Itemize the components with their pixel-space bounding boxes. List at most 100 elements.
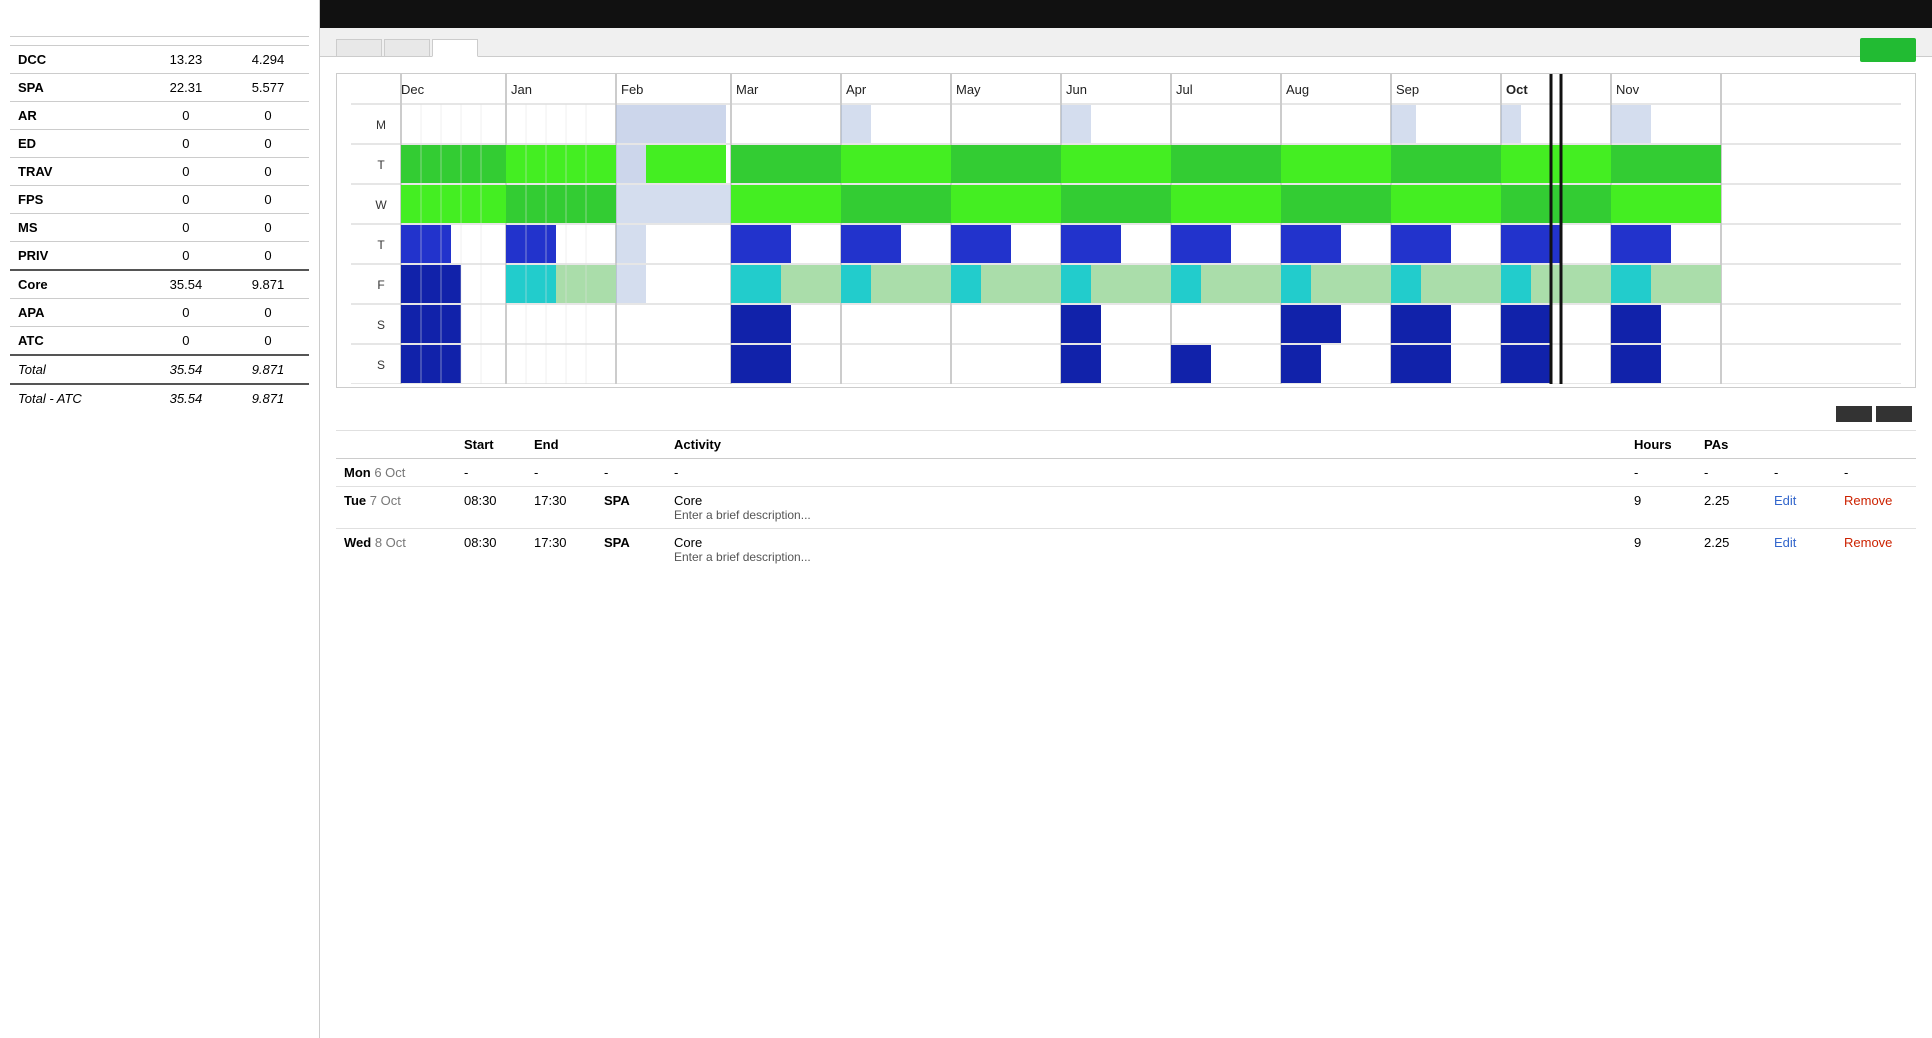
- svg-text:Oct: Oct: [1506, 82, 1528, 97]
- col-remove: [1836, 431, 1916, 459]
- remove-link[interactable]: Remove: [1844, 535, 1892, 550]
- row-hours: 0: [145, 299, 227, 327]
- day-label: Wed: [344, 535, 375, 550]
- tabs-bar: [320, 28, 1932, 57]
- tab-pa-breakdown[interactable]: [384, 39, 430, 56]
- row-hours: 0: [145, 327, 227, 356]
- calendar-svg: Dec Jan Feb Mar Apr May Jun Jul Aug Se: [337, 74, 1915, 384]
- edit-link[interactable]: Edit: [1774, 493, 1796, 508]
- svg-text:Jan: Jan: [511, 82, 532, 97]
- col-spacer: [886, 431, 1626, 459]
- svg-text:Sep: Sep: [1396, 82, 1419, 97]
- row-day: Mon 6 Oct: [336, 459, 456, 487]
- activity-desc: Enter a brief description...: [674, 550, 878, 564]
- row-hours: 9: [1626, 487, 1696, 529]
- calendar-container: Dec Jan Feb Mar Apr May Jun Jul Aug Se: [336, 73, 1916, 388]
- col-activity: Activity: [666, 431, 886, 459]
- row-spacer: [886, 459, 1626, 487]
- table-row: AR 0 0: [10, 102, 309, 130]
- day-date: 6 Oct: [374, 465, 405, 480]
- row-label: Total: [10, 355, 145, 384]
- activity-summary-table: DCC 13.23 4.294SPA 22.31 5.577AR 0 0ED 0…: [10, 36, 309, 412]
- row-hours: 35.54: [145, 355, 227, 384]
- svg-text:T: T: [377, 238, 385, 252]
- right-panel: Dec Jan Feb Mar Apr May Jun Jul Aug Se: [320, 0, 1932, 1038]
- row-label: APA: [10, 299, 145, 327]
- activity-table: Start End Activity Hours PAs Mon 6 Oct -…: [336, 430, 1916, 570]
- row-day: Wed 8 Oct: [336, 529, 456, 571]
- row-pas: 2.25: [1696, 487, 1766, 529]
- row-remove[interactable]: Remove: [1836, 529, 1916, 571]
- day-date: 8 Oct: [375, 535, 406, 550]
- col-header-hours: [145, 37, 227, 46]
- row-hours: 0: [145, 242, 227, 271]
- table-row: ED 0 0: [10, 130, 309, 158]
- row-label: ED: [10, 130, 145, 158]
- edit-link[interactable]: Edit: [1774, 535, 1796, 550]
- svg-text:Jul: Jul: [1176, 82, 1193, 97]
- col-edit: [1766, 431, 1836, 459]
- row-label: DCC: [10, 46, 145, 74]
- svg-text:Jun: Jun: [1066, 82, 1087, 97]
- row-hours: 0: [145, 214, 227, 242]
- next-button[interactable]: [1876, 406, 1912, 422]
- table-row: APA 0 0: [10, 299, 309, 327]
- row-pas: 0: [227, 102, 309, 130]
- row-start: 08:30: [456, 487, 526, 529]
- svg-text:F: F: [377, 278, 384, 292]
- svg-text:M: M: [376, 118, 386, 132]
- row-code: SPA: [596, 529, 666, 571]
- row-edit[interactable]: Edit: [1766, 529, 1836, 571]
- svg-text:May: May: [956, 82, 981, 97]
- svg-text:Feb: Feb: [621, 82, 643, 97]
- day-date: 7 Oct: [370, 493, 401, 508]
- row-hours: 0: [145, 102, 227, 130]
- remove-link[interactable]: Remove: [1844, 493, 1892, 508]
- svg-text:Aug: Aug: [1286, 82, 1309, 97]
- row-label: SPA: [10, 74, 145, 102]
- nav-buttons: [1836, 406, 1912, 422]
- new-activity-button[interactable]: [1860, 38, 1916, 62]
- row-hours: 9: [1626, 529, 1696, 571]
- col-start: Start: [456, 431, 526, 459]
- tab-weekly-calendar[interactable]: [432, 39, 478, 57]
- table-row: Mon 6 Oct - - - - - - - -: [336, 459, 1916, 487]
- row-edit[interactable]: Edit: [1766, 487, 1836, 529]
- row-end: -: [526, 459, 596, 487]
- row-hours: -: [1626, 459, 1696, 487]
- tab-overview[interactable]: [336, 39, 382, 56]
- svg-text:T: T: [377, 158, 385, 172]
- row-remove[interactable]: Remove: [1836, 487, 1916, 529]
- col-hours: Hours: [1626, 431, 1696, 459]
- table-row: Tue 7 Oct 08:30 17:30 SPA CoreEnter a br…: [336, 487, 1916, 529]
- svg-text:W: W: [375, 198, 387, 212]
- svg-text:Mar: Mar: [736, 82, 759, 97]
- row-label: Total - ATC: [10, 384, 145, 412]
- row-pas: 0: [227, 130, 309, 158]
- table-row: Total 35.54 9.871: [10, 355, 309, 384]
- row-pas: 0: [227, 299, 309, 327]
- row-label: TRAV: [10, 158, 145, 186]
- table-row: MS 0 0: [10, 214, 309, 242]
- row-hours: 0: [145, 186, 227, 214]
- row-hours: 35.54: [145, 270, 227, 299]
- day-label: Mon: [344, 465, 374, 480]
- col-day: [336, 431, 456, 459]
- prev-button[interactable]: [1836, 406, 1872, 422]
- row-pas: 9.871: [227, 355, 309, 384]
- table-row: DCC 13.23 4.294: [10, 46, 309, 74]
- row-start: -: [456, 459, 526, 487]
- table-row: Total - ATC 35.54 9.871: [10, 384, 309, 412]
- table-row: SPA 22.31 5.577: [10, 74, 309, 102]
- week-range-bar: [336, 398, 1916, 430]
- row-start: 08:30: [456, 529, 526, 571]
- row-hours: 0: [145, 158, 227, 186]
- row-edit: -: [1766, 459, 1836, 487]
- table-row: ATC 0 0: [10, 327, 309, 356]
- row-activity: -: [666, 459, 886, 487]
- row-code: -: [596, 459, 666, 487]
- row-hours: 0: [145, 130, 227, 158]
- main-content: Dec Jan Feb Mar Apr May Jun Jul Aug Se: [320, 57, 1932, 1038]
- table-row: Wed 8 Oct 08:30 17:30 SPA CoreEnter a br…: [336, 529, 1916, 571]
- row-label: MS: [10, 214, 145, 242]
